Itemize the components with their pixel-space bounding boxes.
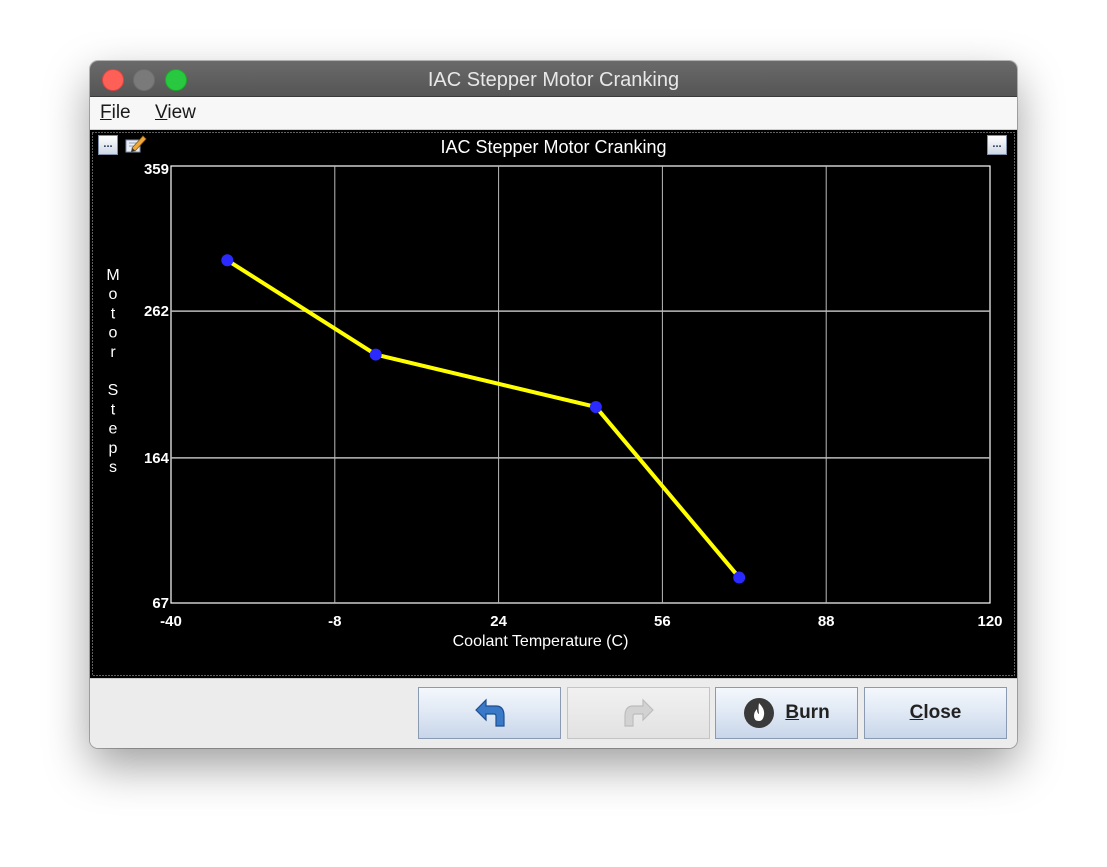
data-point[interactable] bbox=[369, 348, 382, 361]
x-tick-label: 88 bbox=[818, 613, 835, 630]
menu-bar: File View bbox=[90, 97, 1017, 130]
x-tick-label: -8 bbox=[328, 613, 341, 630]
redo-button bbox=[567, 687, 710, 739]
y-tick-label: 359 bbox=[144, 161, 169, 178]
x-tick-label: 120 bbox=[977, 613, 1002, 630]
x-tick-label: -40 bbox=[160, 613, 182, 630]
chart-title: IAC Stepper Motor Cranking bbox=[440, 137, 666, 157]
chart-options-left-button[interactable]: ... bbox=[98, 135, 118, 155]
data-point[interactable] bbox=[733, 571, 746, 584]
chart: IAC Stepper Motor Cranking -40 -8 24 56 88 120… bbox=[92, 132, 1015, 676]
chart-options-right-button[interactable]: ... bbox=[987, 135, 1007, 155]
data-point[interactable] bbox=[221, 254, 234, 267]
window-title: IAC Stepper Motor Cranking bbox=[427, 69, 680, 91]
x-tick-label: 56 bbox=[654, 613, 671, 630]
menu-file[interactable]: File bbox=[100, 102, 131, 124]
x-axis-label: Coolant Temperature (C) bbox=[453, 633, 629, 650]
undo-button[interactable] bbox=[418, 687, 561, 739]
edit-table-icon[interactable] bbox=[123, 133, 147, 155]
app-window: IAC Stepper Motor Cranking File View IAC… bbox=[90, 61, 1017, 748]
x-tick-label: 24 bbox=[490, 613, 507, 630]
burn-button[interactable]: Burn bbox=[715, 687, 858, 739]
undo-arrow-icon bbox=[474, 698, 505, 727]
close-button[interactable]: Close bbox=[864, 687, 1007, 739]
y-axis-label: Motor Steps bbox=[106, 267, 119, 476]
chart-panel: IAC Stepper Motor Cranking -40 -8 24 56 88 120… bbox=[90, 130, 1017, 678]
panel-border bbox=[92, 132, 1015, 676]
title-bar: IAC Stepper Motor Cranking bbox=[90, 61, 1017, 97]
y-tick-label: 164 bbox=[144, 450, 170, 467]
y-tick-label: 262 bbox=[144, 303, 169, 320]
button-bar: Burn Close bbox=[90, 678, 1017, 748]
flame-icon bbox=[744, 698, 775, 728]
menu-view[interactable]: View bbox=[155, 102, 196, 124]
y-tick-label: 67 bbox=[152, 595, 169, 612]
plot-frame bbox=[170, 165, 991, 604]
redo-arrow-icon bbox=[623, 698, 654, 727]
data-point[interactable] bbox=[589, 400, 602, 413]
